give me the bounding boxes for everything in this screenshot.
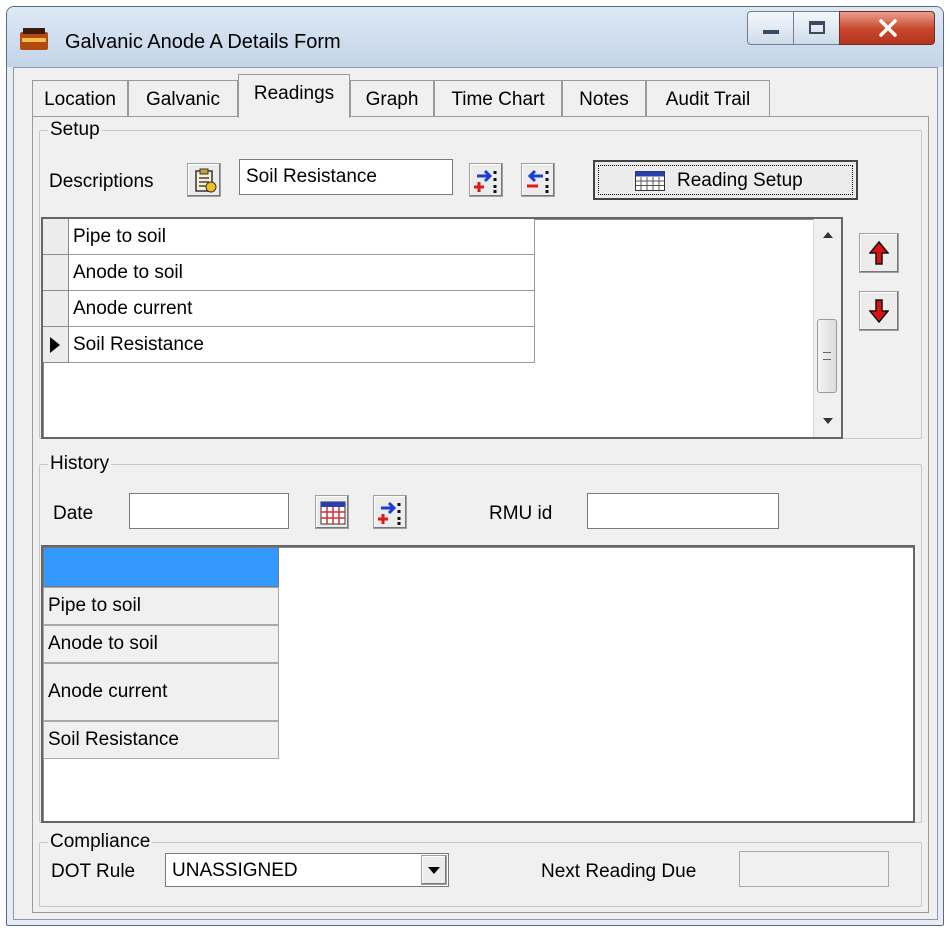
title-bar[interactable]: Galvanic Anode A Details Form [7, 7, 943, 67]
history-row[interactable]: Anode to soil [43, 625, 279, 663]
calendar-icon [320, 501, 346, 525]
row-header[interactable] [43, 219, 69, 255]
tab-label: Notes [579, 89, 629, 110]
close-button[interactable] [839, 11, 935, 45]
tab-graph[interactable]: Graph [350, 80, 434, 116]
scroll-thumb[interactable] [817, 319, 837, 393]
window-title: Galvanic Anode A Details Form [65, 31, 341, 53]
tab-label: Location [44, 89, 116, 110]
tab-notes[interactable]: Notes [562, 80, 646, 116]
remove-row-icon [527, 169, 549, 193]
move-down-button[interactable] [859, 291, 899, 331]
date-input[interactable] [129, 493, 289, 529]
setup-readings-grid[interactable]: Pipe to soil Anode to soil Anode current… [41, 217, 843, 439]
app-icon [20, 28, 48, 50]
tab-time-chart[interactable]: Time Chart [434, 80, 562, 116]
tab-label: Time Chart [451, 89, 545, 110]
descriptions-label: Descriptions [49, 171, 154, 192]
dot-rule-value: UNASSIGNED [172, 860, 298, 881]
tab-galvanic[interactable]: Galvanic [128, 80, 238, 116]
tab-label: Readings [253, 83, 335, 104]
date-label: Date [53, 503, 94, 524]
row-header[interactable] [43, 291, 69, 327]
reading-setup-label: Reading Setup [677, 170, 803, 191]
history-row[interactable]: Anode current [43, 663, 279, 721]
arrow-up-icon [869, 241, 889, 265]
history-row[interactable]: Soil Resistance [43, 721, 279, 759]
details-window: Galvanic Anode A Details Form Location G… [6, 6, 944, 926]
history-legend: History [50, 453, 110, 474]
remove-description-button[interactable] [521, 163, 555, 197]
minimize-button[interactable] [747, 11, 794, 45]
dropdown-button[interactable] [421, 855, 447, 885]
grid-row[interactable]: Anode current [69, 291, 535, 327]
rmu-id-label: RMU id [489, 503, 553, 524]
readings-tab-page: Setup Descriptions Soil Resistance Readi… [32, 116, 929, 913]
setup-legend: Setup [50, 119, 100, 140]
chevron-down-icon [428, 867, 440, 874]
current-row-icon [50, 337, 60, 353]
date-picker-button[interactable] [315, 495, 349, 529]
calendar-icon [635, 171, 665, 191]
maximize-button[interactable] [793, 11, 840, 45]
minimize-icon [763, 30, 779, 34]
tab-audit-trail[interactable]: Audit Trail [646, 80, 770, 116]
grid-row[interactable]: Soil Resistance [69, 327, 535, 363]
tab-location[interactable]: Location [32, 80, 128, 116]
compliance-legend: Compliance [50, 831, 151, 852]
dot-rule-select[interactable]: UNASSIGNED [165, 853, 449, 887]
grid-scrollbar[interactable] [813, 219, 841, 437]
row-header[interactable] [43, 255, 69, 291]
scroll-up-icon[interactable] [823, 231, 833, 239]
close-icon [879, 19, 897, 37]
next-reading-due-label: Next Reading Due [541, 861, 697, 882]
arrow-down-icon [869, 299, 889, 323]
scroll-down-icon[interactable] [823, 417, 833, 425]
tab-readings[interactable]: Readings [238, 74, 350, 118]
history-row[interactable]: Pipe to soil [43, 587, 279, 625]
next-reading-due-field [739, 851, 889, 887]
tab-label: Galvanic [146, 89, 220, 110]
descriptions-lookup-button[interactable] [187, 163, 221, 197]
form-client-area: Location Galvanic Readings Graph Time Ch… [13, 67, 938, 920]
rmu-id-input[interactable] [587, 493, 779, 529]
tab-label: Audit Trail [665, 89, 751, 110]
history-grid[interactable]: Pipe to soil Anode to soil Anode current… [41, 545, 915, 823]
dot-rule-label: DOT Rule [51, 861, 136, 882]
history-header-cell[interactable] [43, 547, 279, 587]
maximize-icon [809, 21, 825, 34]
add-reading-button[interactable] [373, 495, 407, 529]
row-header-current[interactable] [43, 327, 69, 363]
clipboard-icon [195, 168, 217, 193]
add-row-icon [378, 501, 401, 525]
description-input[interactable] [239, 159, 453, 195]
move-up-button[interactable] [859, 233, 899, 273]
add-description-button[interactable] [469, 163, 503, 197]
tab-label: Graph [365, 89, 419, 110]
reading-setup-button[interactable]: Reading Setup [593, 160, 858, 200]
add-row-icon [474, 169, 497, 193]
grid-row[interactable]: Pipe to soil [69, 219, 535, 255]
grid-row[interactable]: Anode to soil [69, 255, 535, 291]
